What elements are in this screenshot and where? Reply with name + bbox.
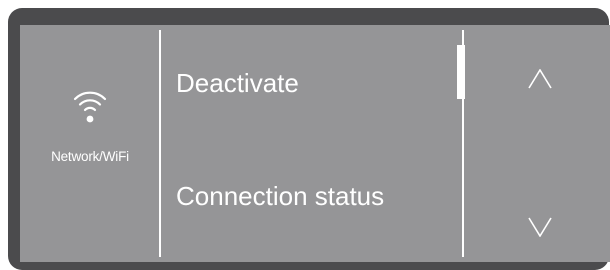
chevron-down-icon — [528, 217, 552, 237]
right-divider — [462, 30, 464, 257]
menu-item-deactivate[interactable]: Deactivate — [176, 63, 299, 103]
scroll-down-button[interactable] — [470, 137, 610, 247]
scroll-up-button[interactable] — [470, 25, 610, 135]
left-divider — [159, 30, 161, 257]
chevron-up-icon — [528, 69, 552, 89]
wifi-icon — [72, 85, 108, 125]
display-screen: Network/WiFi Deactivate Connection statu… — [20, 25, 610, 262]
category-label: Network/WiFi — [51, 149, 129, 164]
category-panel: Network/WiFi — [20, 25, 160, 262]
menu-item-connection-status[interactable]: Connection status — [176, 176, 384, 216]
